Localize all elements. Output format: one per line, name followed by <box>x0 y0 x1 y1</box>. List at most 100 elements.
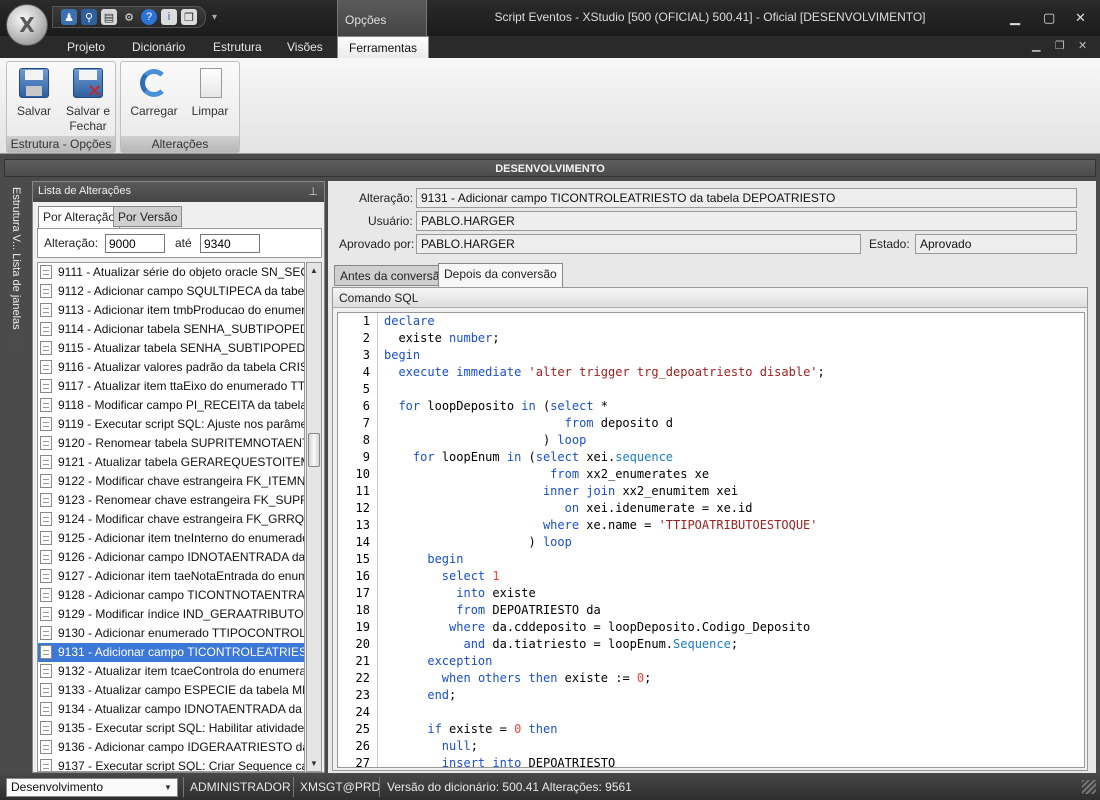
carregar-button[interactable]: Carregar <box>127 64 181 118</box>
code-line[interactable]: execute immediate 'alter trigger trg_dep… <box>384 364 824 381</box>
list-item[interactable]: 9134 - Atualizar campo IDNOTAENTRADA da … <box>38 700 304 719</box>
code-line[interactable]: begin <box>384 551 825 568</box>
chevron-down-icon[interactable]: ▼ <box>161 780 175 795</box>
list-item[interactable]: 9112 - Adicionar campo SQULTIPECA da tab… <box>38 282 304 301</box>
code-line[interactable]: and da.tiatriesto = loopEnum.Sequence; <box>384 636 825 653</box>
info-icon[interactable]: i <box>161 9 177 25</box>
list-item[interactable]: 9136 - Adicionar campo IDGERAATRIESTO da… <box>38 738 304 757</box>
alteracao-field[interactable]: 9131 - Adicionar campo TICONTROLEATRIEST… <box>416 188 1077 208</box>
mdi-minimize-icon[interactable]: ▁ <box>1032 39 1040 52</box>
list-item[interactable]: 9126 - Adicionar campo IDNOTAENTRADA da … <box>38 548 304 567</box>
list-item[interactable]: 9122 - Modificar chave estrangeira FK_IT… <box>38 472 304 491</box>
code-line[interactable]: exception <box>384 653 825 670</box>
code-line[interactable]: from deposito d <box>384 415 825 432</box>
document-icon[interactable]: ▤ <box>101 9 117 25</box>
tab-projeto[interactable]: Projeto <box>67 40 105 54</box>
code-line[interactable]: select 1 <box>384 568 825 585</box>
list-item[interactable]: 9131 - Adicionar campo TICONTROLEATRIEST… <box>38 643 304 662</box>
list-item[interactable]: 9130 - Adicionar enumerado TTIPOCONTROLE… <box>38 624 304 643</box>
code-line[interactable]: end; <box>384 687 825 704</box>
salvar-button[interactable]: Salvar <box>9 64 59 118</box>
code-line[interactable]: insert into DEPOATRIESTO <box>384 755 825 767</box>
estado-field[interactable]: Aprovado <box>915 234 1077 254</box>
code-line[interactable]: from xx2_enumerates xe <box>384 466 825 483</box>
copy-icon[interactable]: ❐ <box>181 9 197 25</box>
code-line[interactable]: null; <box>384 738 825 755</box>
list-item[interactable]: 9114 - Adicionar tabela SENHA_SUBTIPOPED… <box>38 320 304 339</box>
code-line[interactable]: ) loop <box>384 534 825 551</box>
filter-from-input[interactable] <box>105 234 165 253</box>
close-icon[interactable]: ✕ <box>1075 10 1086 26</box>
list-item[interactable]: 9137 - Executar script SQL: Criar Sequen… <box>38 757 304 771</box>
code-line[interactable]: when others then existe := 0; <box>384 670 825 687</box>
alteracoes-list[interactable]: 9111 - Atualizar série do objeto oracle … <box>37 262 305 772</box>
code-line[interactable]: if existe = 0 then <box>384 721 825 738</box>
list-item[interactable]: 9117 - Atualizar item ttaEixo do enumera… <box>38 377 304 396</box>
list-item[interactable]: 9115 - Atualizar tabela SENHA_SUBTIPOPED… <box>38 339 304 358</box>
list-item[interactable]: 9129 - Modificar índice IND_GERAATRIBUTO… <box>38 605 304 624</box>
tab-depois-conversao[interactable]: Depois da conversão <box>438 263 563 287</box>
code-line[interactable]: for loopEnum in (select xei.sequence <box>384 449 825 466</box>
tab-estrutura[interactable]: Estrutura <box>213 40 262 54</box>
code-line[interactable]: for loopDeposito in (select * <box>384 398 825 415</box>
tab-antes-conversao[interactable]: Antes da conversão <box>334 265 453 286</box>
code-line[interactable] <box>384 704 825 721</box>
pin-icon[interactable]: ⊥ <box>308 185 318 198</box>
tab-por-alteracao[interactable]: Por Alteração <box>38 206 121 229</box>
maximize-icon[interactable]: ▢ <box>1043 10 1055 26</box>
docked-panels-strip[interactable]: Estrutura V... Lista de janelas <box>6 181 28 349</box>
tab-dicionario[interactable]: Dicionário <box>132 40 185 54</box>
list-item[interactable]: 9123 - Renomear chave estrangeira FK_SUP… <box>38 491 304 510</box>
code-line[interactable]: inner join xx2_enumitem xei <box>384 483 825 500</box>
code-line[interactable] <box>384 381 825 398</box>
code-line[interactable]: on xei.idenumerate = xe.id <box>384 500 825 517</box>
list-item[interactable]: 9125 - Adicionar item tneInterno do enum… <box>38 529 304 548</box>
list-item[interactable]: 9111 - Atualizar série do objeto oracle … <box>38 263 304 282</box>
code-line[interactable]: where da.cddeposito = loopDeposito.Codig… <box>384 619 825 636</box>
code-line[interactable]: from DEPOATRIESTO da <box>384 602 825 619</box>
filter-to-input[interactable] <box>200 234 260 253</box>
application-menu-orb[interactable]: X <box>6 4 48 46</box>
list-item[interactable]: 9119 - Executar script SQL: Ajuste nos p… <box>38 415 304 434</box>
users-icon[interactable]: ♟ <box>61 9 77 25</box>
list-scrollbar[interactable]: ▲ ▼ <box>306 262 322 772</box>
tab-visoes[interactable]: Visões <box>287 40 323 54</box>
usuario-field[interactable]: PABLO.HARGER <box>416 211 1077 231</box>
list-item[interactable]: 9132 - Atualizar item tcaeControla do en… <box>38 662 304 681</box>
search-icon[interactable]: ⚲ <box>81 9 97 25</box>
minimize-icon[interactable]: ▁ <box>1010 10 1020 26</box>
code-line[interactable]: declare <box>384 313 825 330</box>
limpar-button[interactable]: Limpar <box>185 64 235 118</box>
list-item[interactable]: 9127 - Adicionar item taeNotaEntrada do … <box>38 567 304 586</box>
gear-icon[interactable]: ⚙ <box>121 9 137 25</box>
tab-ferramentas[interactable]: Ferramentas <box>337 36 430 59</box>
salvar-fechar-button[interactable]: ✕ Salvar e Fechar <box>61 64 115 133</box>
list-item[interactable]: 9124 - Modificar chave estrangeira FK_GR… <box>38 510 304 529</box>
tab-por-versao[interactable]: Por Versão <box>113 206 183 227</box>
list-item[interactable]: 9120 - Renomear tabela SUPRITEMNOTAENTRE… <box>38 434 304 453</box>
help-icon[interactable]: ? <box>141 9 157 25</box>
list-item[interactable]: 9116 - Atualizar valores padrão da tabel… <box>38 358 304 377</box>
aprovado-field[interactable]: PABLO.HARGER <box>416 234 861 254</box>
list-item[interactable]: 9133 - Atualizar campo ESPECIE da tabela… <box>38 681 304 700</box>
list-item[interactable]: 9135 - Executar script SQL: Habilitar at… <box>38 719 304 738</box>
resize-grip-icon[interactable] <box>1082 780 1096 794</box>
scroll-up-icon[interactable]: ▲ <box>307 263 321 278</box>
mdi-restore-icon[interactable]: ❐ <box>1055 39 1065 52</box>
code-line[interactable]: existe number; <box>384 330 825 347</box>
list-item[interactable]: 9128 - Adicionar campo TICONTNOTAENTRADA… <box>38 586 304 605</box>
list-item[interactable]: 9121 - Atualizar tabela GERAREQUESTOITEM… <box>38 453 304 472</box>
sql-editor[interactable]: 1 2 3 4 5 6 7 8 9 10 11 12 13 14 15 16 17 18 19 20 21 22 23 24 2… <box>337 312 1085 768</box>
list-item[interactable]: 9118 - Modificar campo PI_RECEITA da tab… <box>38 396 304 415</box>
environment-select[interactable]: Desenvolvimento ▼ <box>6 778 178 797</box>
scroll-down-icon[interactable]: ▼ <box>307 756 321 771</box>
qat-customize-icon[interactable]: ▾ <box>212 12 217 23</box>
side-strip-label[interactable]: Estrutura V... Lista de janelas <box>10 187 22 330</box>
code-line[interactable]: begin <box>384 347 825 364</box>
code-line[interactable]: where xe.name = 'TTIPOATRIBUTOESTOQUE' <box>384 517 825 534</box>
list-item[interactable]: 9113 - Adicionar item tmbProducao do enu… <box>38 301 304 320</box>
mdi-close-icon[interactable]: ✕ <box>1078 39 1087 52</box>
code-line[interactable]: ) loop <box>384 432 825 449</box>
scroll-thumb[interactable] <box>308 433 320 467</box>
sql-code[interactable]: declare existe number; begin execute imme… <box>384 313 825 767</box>
